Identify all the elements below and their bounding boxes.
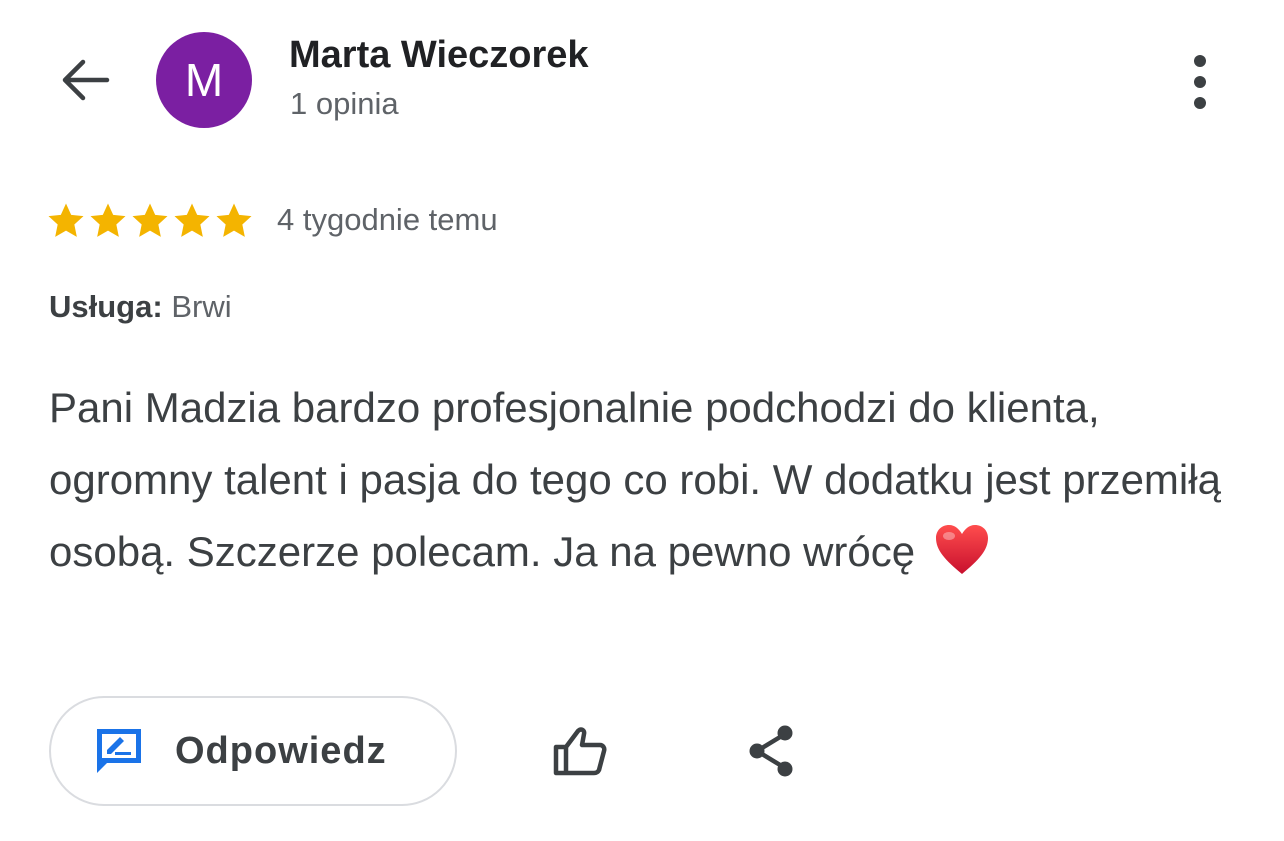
star-icon [174, 203, 210, 237]
reply-label: Odpowiedz [175, 729, 387, 772]
share-button[interactable] [736, 718, 806, 784]
avatar[interactable]: M [156, 32, 252, 128]
star-icon [132, 203, 168, 237]
share-icon [749, 725, 793, 777]
avatar-letter: M [184, 54, 224, 106]
review-text: Pani Madzia bardzo profesjonalnie podcho… [49, 384, 1221, 575]
more-vert-icon [1194, 55, 1206, 109]
star-rating [46, 198, 256, 244]
reply-button[interactable]: Odpowiedz [49, 696, 457, 806]
reviewer-name[interactable]: Marta Wieczorek [289, 34, 589, 77]
more-options-button[interactable] [1172, 50, 1228, 114]
thumb-up-icon [553, 727, 607, 776]
red-heart-icon [935, 525, 988, 574]
service-label: Usługa: [49, 289, 163, 324]
review-count: 1 opinia [290, 86, 399, 121]
like-button[interactable] [545, 718, 615, 784]
review-time: 4 tygodnie temu [277, 202, 498, 237]
star-icon [48, 203, 84, 237]
review-body: Pani Madzia bardzo profesjonalnie podcho… [49, 372, 1249, 588]
back-button[interactable] [50, 48, 120, 112]
service-line: Usługa: Brwi [49, 289, 232, 325]
rate-review-icon [97, 729, 141, 773]
review-page: M Marta Wieczorek 1 opinia 4 tygodnie te… [0, 0, 1284, 841]
service-value: Brwi [171, 289, 232, 324]
star-icon [216, 203, 252, 237]
star-icon [90, 203, 126, 237]
arrow-back-icon [62, 59, 110, 101]
